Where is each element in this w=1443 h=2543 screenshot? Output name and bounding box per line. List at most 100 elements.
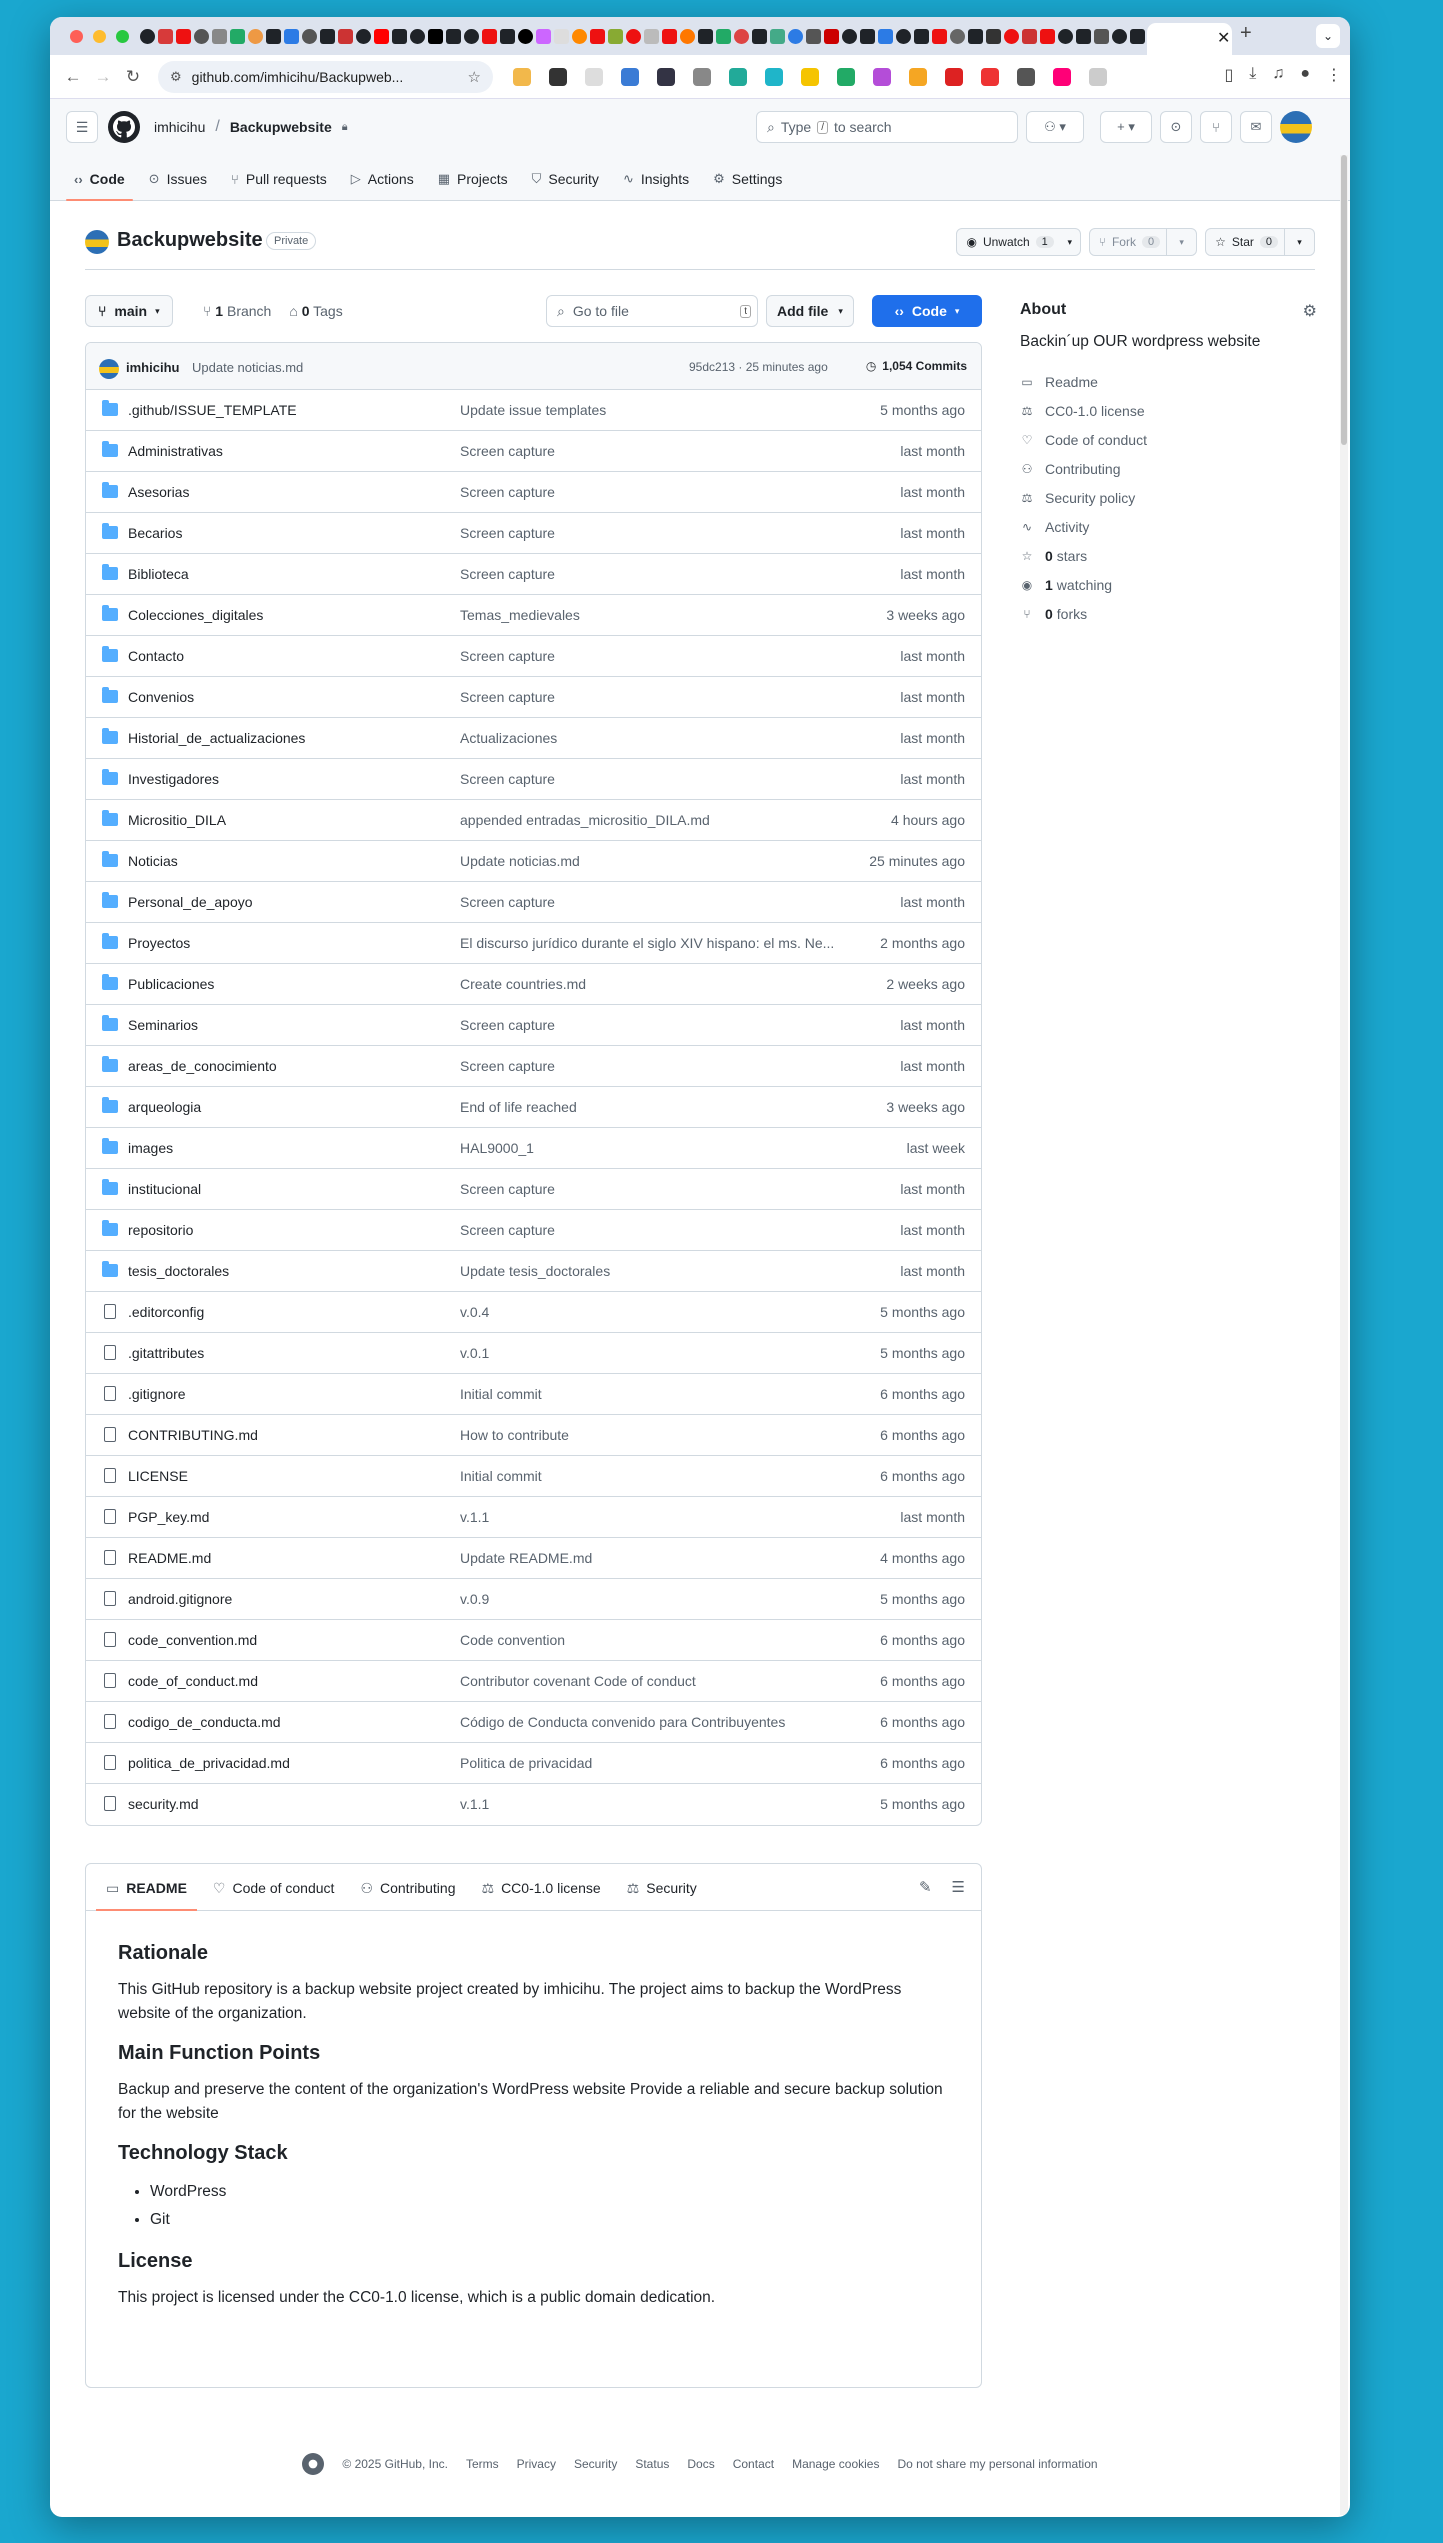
tab-favicon[interactable] bbox=[698, 28, 713, 44]
tab-favicon[interactable] bbox=[302, 28, 317, 44]
table-row[interactable]: security.md v.1.1 5 months ago bbox=[86, 1784, 981, 1825]
tab-favicon[interactable] bbox=[266, 28, 281, 44]
tab-projects[interactable]: ▦ Projects bbox=[430, 171, 516, 200]
file-name-link[interactable]: code_of_conduct.md bbox=[128, 1673, 258, 1689]
tab-favicon[interactable] bbox=[590, 28, 605, 44]
reload-icon[interactable]: ↻ bbox=[118, 67, 148, 87]
reading-list-icon[interactable]: ▯ bbox=[1224, 65, 1233, 85]
tab-favicon[interactable] bbox=[842, 28, 857, 44]
file-name-link[interactable]: LICENSE bbox=[128, 1468, 188, 1484]
table-row[interactable]: .editorconfig v.0.4 5 months ago bbox=[86, 1292, 981, 1333]
extension-icon[interactable] bbox=[621, 67, 639, 86]
commit-message-link[interactable]: Create countries.md bbox=[460, 976, 845, 992]
footer-link-docs[interactable]: Docs bbox=[687, 2457, 714, 2471]
tab-favicon[interactable] bbox=[518, 28, 533, 44]
add-file-button[interactable]: Add file ▾ bbox=[766, 295, 854, 327]
file-name-link[interactable]: codigo_de_conducta.md bbox=[128, 1714, 281, 1730]
commit-message-link[interactable]: End of life reached bbox=[460, 1099, 845, 1115]
extension-icon[interactable] bbox=[1017, 67, 1035, 86]
tab-favicon[interactable] bbox=[806, 28, 821, 44]
tags-link[interactable]: ⌂ 0 Tags bbox=[289, 303, 342, 319]
file-name-link[interactable]: .editorconfig bbox=[128, 1304, 204, 1320]
table-row[interactable]: Asesorias Screen capture last month bbox=[86, 472, 981, 513]
chevron-down-icon[interactable]: ▾ bbox=[1284, 228, 1314, 256]
commit-message-link[interactable]: Politica de privacidad bbox=[460, 1755, 845, 1771]
tab-favicon[interactable] bbox=[1112, 28, 1127, 44]
commit-message-link[interactable]: Screen capture bbox=[460, 894, 845, 910]
table-row[interactable]: README.md Update README.md 4 months ago bbox=[86, 1538, 981, 1579]
file-name-link[interactable]: Proyectos bbox=[128, 935, 190, 951]
tab-favicon[interactable] bbox=[212, 28, 227, 44]
tab-favicon[interactable] bbox=[608, 28, 623, 44]
tab-favicon[interactable] bbox=[644, 28, 659, 44]
about-link[interactable]: ⚖ Security policy bbox=[1020, 483, 1317, 512]
footer-link-manage-cookies[interactable]: Manage cookies bbox=[792, 2457, 879, 2471]
tab-favicon[interactable] bbox=[1022, 28, 1037, 44]
tab-favicon[interactable] bbox=[1058, 28, 1073, 44]
outline-list-icon[interactable]: ☰ bbox=[952, 1878, 965, 1896]
file-name-link[interactable]: institucional bbox=[128, 1181, 201, 1197]
extension-icon[interactable] bbox=[837, 67, 855, 86]
address-bar[interactable]: ⚙ github.com/imhicihu/Backupweb... ☆ bbox=[158, 60, 493, 93]
user-avatar[interactable] bbox=[1280, 111, 1312, 143]
file-name-link[interactable]: tesis_doctorales bbox=[128, 1263, 229, 1279]
table-row[interactable]: Historial_de_actualizaciones Actualizacio… bbox=[86, 718, 981, 759]
file-name-link[interactable]: images bbox=[128, 1140, 173, 1156]
download-icon[interactable]: ⤓ bbox=[1249, 65, 1256, 85]
file-name-link[interactable]: Personal_de_apoyo bbox=[128, 894, 253, 910]
table-row[interactable]: repositorio Screen capture last month bbox=[86, 1210, 981, 1251]
tab-favicon[interactable] bbox=[248, 28, 263, 44]
table-row[interactable]: images HAL9000_1 last week bbox=[86, 1128, 981, 1169]
scrollbar-thumb[interactable] bbox=[1341, 155, 1347, 445]
tab-favicon[interactable] bbox=[1076, 28, 1091, 44]
about-link[interactable]: ▭ Readme bbox=[1020, 367, 1317, 396]
tab-code[interactable]: ‹› Code bbox=[66, 171, 133, 201]
commit-message-link[interactable]: Screen capture bbox=[460, 443, 845, 459]
tab-favicon[interactable] bbox=[968, 28, 983, 44]
file-name-link[interactable]: areas_de_conocimiento bbox=[128, 1058, 277, 1074]
commit-message-link[interactable]: Contributor covenant Code of conduct bbox=[460, 1673, 845, 1689]
commit-hash-time[interactable]: 95dc213 · 25 minutes ago bbox=[689, 360, 828, 374]
readme-tab-code-of-conduct[interactable]: ♡ Code of conduct bbox=[203, 1880, 345, 1910]
tab-favicon[interactable] bbox=[680, 28, 695, 44]
commit-message-link[interactable]: Update issue templates bbox=[460, 402, 845, 418]
extension-icon[interactable] bbox=[801, 67, 819, 86]
file-name-link[interactable]: Noticias bbox=[128, 853, 178, 869]
go-to-file-input[interactable]: ⌕ Go to file t bbox=[546, 295, 758, 327]
footer-link-security[interactable]: Security bbox=[574, 2457, 617, 2471]
commit-message-link[interactable]: Screen capture bbox=[460, 648, 845, 664]
footer-link-terms[interactable]: Terms bbox=[466, 2457, 499, 2471]
file-name-link[interactable]: PGP_key.md bbox=[128, 1509, 209, 1525]
copilot-button[interactable]: ⚇ ▾ bbox=[1026, 111, 1084, 143]
extension-icon[interactable] bbox=[585, 67, 603, 86]
tab-favicon[interactable] bbox=[176, 28, 191, 44]
tab-favicon[interactable] bbox=[752, 28, 767, 44]
back-icon[interactable]: ← bbox=[58, 67, 88, 87]
about-link[interactable]: ⚖ CC0-1.0 license bbox=[1020, 396, 1317, 425]
tab-favicon[interactable] bbox=[338, 28, 353, 44]
file-name-link[interactable]: CONTRIBUTING.md bbox=[128, 1427, 258, 1443]
tab-search-button[interactable]: ⌄ bbox=[1316, 24, 1340, 48]
extension-icon[interactable] bbox=[981, 67, 999, 86]
tab-pull-requests[interactable]: ⑂ Pull requests bbox=[223, 171, 335, 200]
about-link[interactable]: ♡ Code of conduct bbox=[1020, 425, 1317, 454]
tab-favicon[interactable] bbox=[716, 28, 731, 44]
repo-link[interactable]: Backupwebsite bbox=[230, 119, 332, 135]
tab-settings[interactable]: ⚙ Settings bbox=[705, 171, 790, 200]
readme-tab-readme[interactable]: ▭ README bbox=[96, 1880, 197, 1911]
file-name-link[interactable]: android.gitignore bbox=[128, 1591, 232, 1607]
table-row[interactable]: .gitignore Initial commit 6 months ago bbox=[86, 1374, 981, 1415]
tab-favicon[interactable] bbox=[356, 28, 371, 44]
readme-tab-security[interactable]: ⚖ Security bbox=[617, 1880, 707, 1910]
owner-link[interactable]: imhicihu bbox=[154, 119, 205, 135]
file-name-link[interactable]: repositorio bbox=[128, 1222, 193, 1238]
footer-link-status[interactable]: Status bbox=[635, 2457, 669, 2471]
tab-favicon[interactable] bbox=[446, 28, 461, 44]
commit-message-link[interactable]: Screen capture bbox=[460, 1058, 845, 1074]
table-row[interactable]: arqueologia End of life reached 3 weeks ag… bbox=[86, 1087, 981, 1128]
close-window-button[interactable] bbox=[70, 29, 83, 43]
tab-favicon[interactable] bbox=[536, 28, 551, 44]
extension-icon[interactable] bbox=[693, 67, 711, 86]
tab-favicon[interactable] bbox=[1040, 28, 1055, 44]
tab-favicon[interactable] bbox=[482, 28, 497, 44]
